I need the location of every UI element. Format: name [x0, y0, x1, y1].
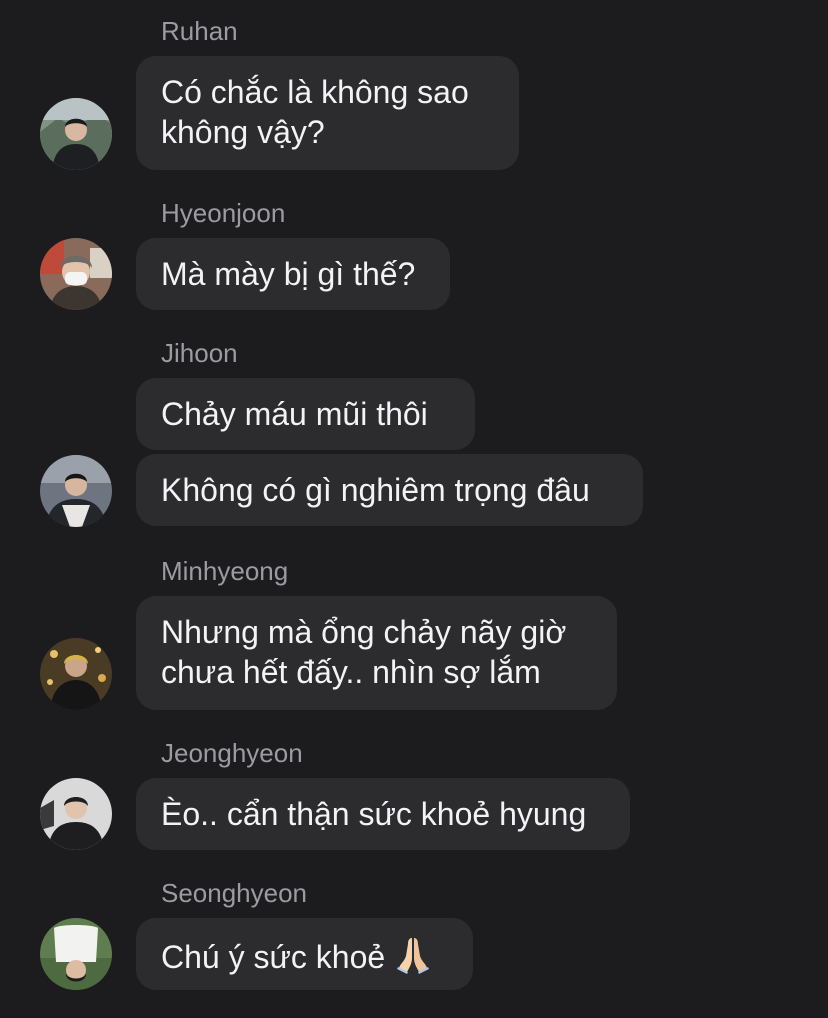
sender-name-jihoon: Jihoon	[161, 338, 238, 368]
avatar-seonghyeon[interactable]	[40, 918, 112, 990]
message-line: Không có gì nghiêm trọng đâu	[161, 472, 590, 508]
message-bubble[interactable]: Chú ý sức khoẻ	[136, 918, 473, 990]
sender-name-jeonghyeon: Jeonghyeon	[161, 738, 303, 768]
avatar-minhyeong[interactable]	[40, 638, 112, 710]
avatar-jihoon[interactable]	[40, 455, 112, 527]
message-bubble[interactable]: Không có gì nghiêm trọng đâu	[136, 454, 643, 526]
message-line: chưa hết đấy.. nhìn sợ lắm	[161, 654, 541, 690]
message-line: Èo.. cẩn thận sức khoẻ hyung	[161, 796, 587, 832]
message-bubble[interactable]: Có chắc là không sao không vậy?	[136, 56, 519, 170]
message-bubble[interactable]: Èo.. cẩn thận sức khoẻ hyung	[136, 778, 630, 850]
message-line: Mà mày bị gì thế?	[161, 256, 416, 292]
sender-name-ruhan: Ruhan	[161, 16, 238, 46]
message-bubble[interactable]: Nhưng mà ổng chảy nãy giờ chưa hết đấy..…	[136, 596, 617, 710]
message-line: Nhưng mà ổng chảy nãy giờ	[161, 614, 567, 650]
message-bubble[interactable]: Chảy máu mũi thôi	[136, 378, 475, 450]
message-line: không vậy?	[161, 114, 325, 150]
message-line: Chú ý sức khoẻ	[161, 939, 386, 975]
message-line: Chảy máu mũi thôi	[161, 396, 428, 432]
avatar-hyeonjoon[interactable]	[40, 238, 112, 310]
sender-name-minhyeong: Minhyeong	[161, 556, 289, 586]
message-line: Có chắc là không sao	[161, 74, 469, 110]
message-bubble[interactable]: Mà mày bị gì thế?	[136, 238, 450, 310]
avatar-ruhan[interactable]	[40, 98, 112, 170]
sender-name-hyeonjoon: Hyeonjoon	[161, 198, 286, 228]
avatar-jeonghyeon[interactable]	[40, 778, 112, 850]
praying-hands-icon	[393, 934, 433, 983]
chat-thread: Ruhan Có chắc là không sao không vậy? Hy…	[0, 0, 828, 1018]
sender-name-seonghyeon: Seonghyeon	[161, 878, 308, 908]
